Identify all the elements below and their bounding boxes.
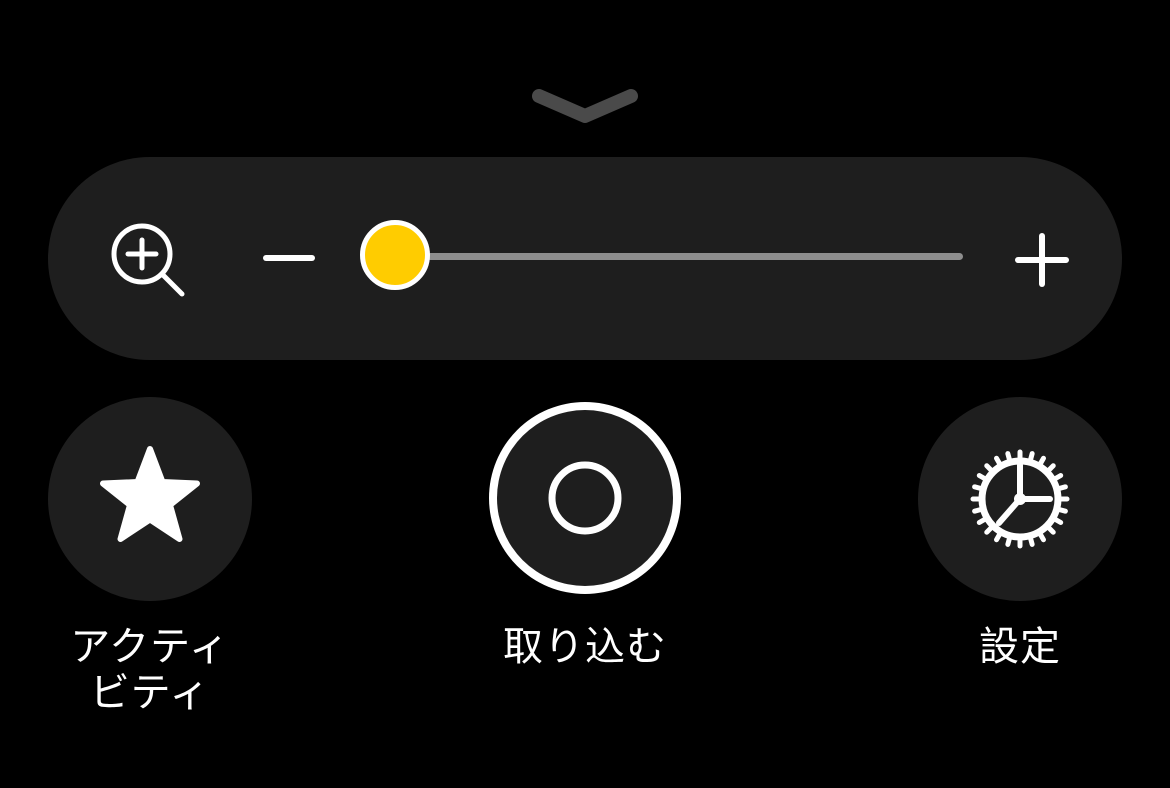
capture-label: 取り込む xyxy=(503,624,667,670)
zoom-slider-track[interactable] xyxy=(395,253,963,260)
gear-tooth xyxy=(976,516,988,525)
gear-tooth xyxy=(1052,516,1064,525)
gear-tooth xyxy=(1056,484,1068,492)
zoom-slider-thumb[interactable] xyxy=(360,220,430,290)
gear-tooth xyxy=(1037,531,1046,543)
gear-tooth xyxy=(1045,463,1056,474)
gear-tooth xyxy=(1037,455,1046,467)
gear-tooth xyxy=(976,473,988,482)
gear-tooth xyxy=(1005,535,1013,547)
gear-tooth xyxy=(1056,506,1068,514)
settings-button[interactable] xyxy=(918,397,1122,601)
settings-label: 設定 xyxy=(979,624,1061,670)
gear-tooth xyxy=(1052,473,1064,482)
gear-tooth xyxy=(972,484,984,492)
gear-tooth xyxy=(1005,451,1013,463)
gear-tooth xyxy=(984,463,995,474)
gear-tooth xyxy=(994,455,1003,467)
gear-tooth xyxy=(994,531,1003,543)
star-icon xyxy=(100,446,200,542)
gear-tooth xyxy=(1045,524,1056,535)
capture-button[interactable] xyxy=(485,398,685,598)
activity-label: アクティ ビティ xyxy=(20,624,280,716)
gear-tooth xyxy=(1027,535,1035,547)
chevron-down-icon[interactable] xyxy=(531,84,639,126)
zoom-in-button[interactable] xyxy=(1012,230,1072,290)
gear-tooth xyxy=(1027,451,1035,463)
gear-icon xyxy=(970,449,1070,549)
zoom-out-button[interactable] xyxy=(258,238,320,278)
gear-tooth xyxy=(984,524,995,535)
activity-button[interactable] xyxy=(48,397,252,601)
activity-label-line-2: ビティ xyxy=(89,670,211,716)
plus-icon xyxy=(1015,233,1069,287)
gear-tooth xyxy=(972,506,984,514)
zoom-in-icon xyxy=(111,223,185,297)
activity-label-line-1: アクティ xyxy=(70,624,230,670)
